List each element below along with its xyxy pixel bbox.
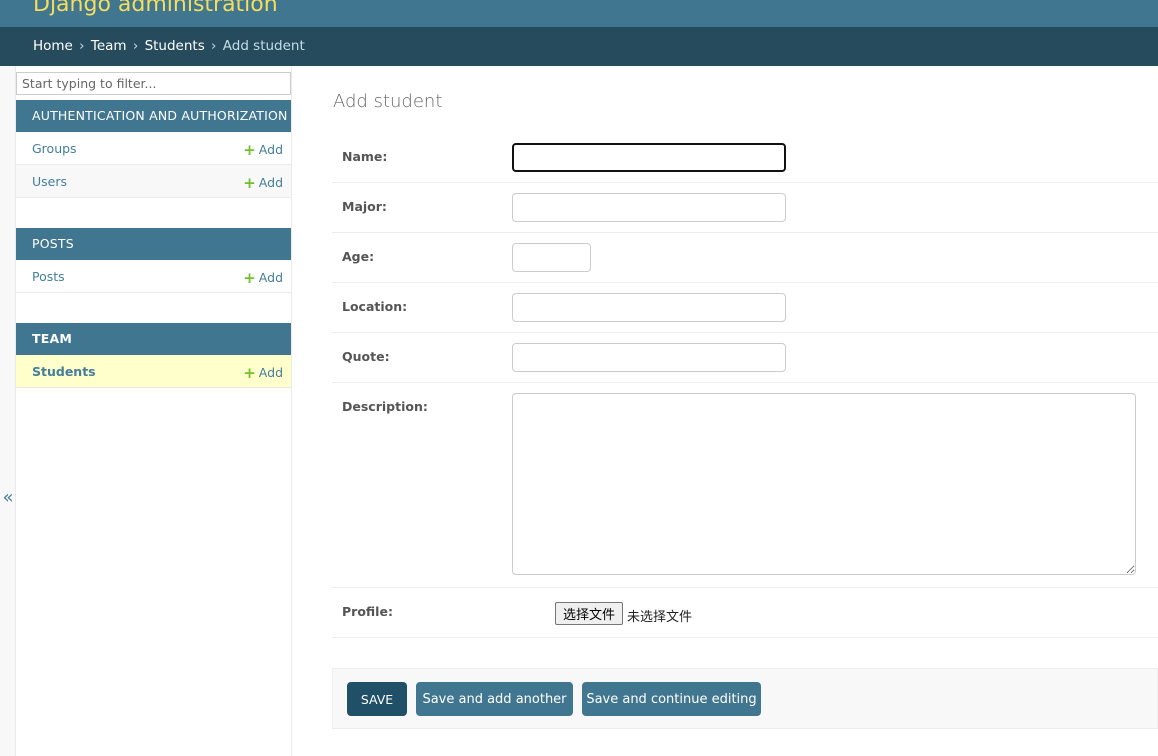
file-status-text: 未选择文件 <box>627 610 693 625</box>
collapse-sidebar-icon[interactable]: « <box>0 487 16 508</box>
form-row-age: Age: <box>332 233 1158 283</box>
site-title[interactable]: Django administration <box>33 0 278 17</box>
model-link-students[interactable]: Students <box>32 364 96 379</box>
add-label: Add <box>258 142 283 157</box>
plus-icon: + <box>243 141 256 159</box>
add-groups-link[interactable]: + Add <box>243 141 283 159</box>
form-row-name: Name: <box>332 133 1158 183</box>
name-label: Name: <box>342 149 388 164</box>
submit-row: SAVE Save and add another Save and conti… <box>332 668 1158 729</box>
sidebar-item-posts: Posts + Add <box>16 260 291 293</box>
model-link-posts[interactable]: Posts <box>32 269 65 284</box>
add-label: Add <box>258 270 283 285</box>
site-header: Django administration <box>0 0 1158 27</box>
app-caption-team[interactable]: TEAM <box>16 323 291 355</box>
plus-icon: + <box>243 174 256 192</box>
save-and-continue-button[interactable]: Save and continue editing <box>582 682 761 716</box>
main-content: Add student Name: Major: Age: Location: … <box>292 66 1158 756</box>
model-link-groups[interactable]: Groups <box>32 141 77 156</box>
age-label: Age: <box>342 249 375 264</box>
description-label: Description: <box>342 399 428 414</box>
app-posts: POSTS Posts + Add <box>16 228 291 293</box>
nav-filter-input[interactable] <box>16 72 291 95</box>
sidebar-item-students: Students + Add <box>16 355 291 388</box>
app-caption-posts[interactable]: POSTS <box>16 228 291 260</box>
plus-icon: + <box>243 364 256 382</box>
model-link-users[interactable]: Users <box>32 174 67 189</box>
major-label: Major: <box>342 199 387 214</box>
location-input[interactable] <box>512 293 786 322</box>
app-auth: AUTHENTICATION AND AUTHORIZATION Groups … <box>16 100 291 198</box>
description-textarea[interactable] <box>512 393 1136 575</box>
breadcrumb-team[interactable]: Team <box>91 38 127 54</box>
add-users-link[interactable]: + Add <box>243 174 283 192</box>
form-row-quote: Quote: <box>332 333 1158 383</box>
add-posts-link[interactable]: + Add <box>243 269 283 287</box>
save-and-add-another-button[interactable]: Save and add another <box>416 682 573 716</box>
plus-icon: + <box>243 269 256 287</box>
breadcrumb-separator: › <box>211 38 217 54</box>
profile-label: Profile: <box>342 604 393 619</box>
breadcrumb-students[interactable]: Students <box>145 38 205 54</box>
quote-input[interactable] <box>512 343 786 372</box>
add-students-link[interactable]: + Add <box>243 364 283 382</box>
name-input[interactable] <box>512 143 786 172</box>
age-input[interactable] <box>512 243 591 272</box>
sidebar-toggle-strip: « <box>0 66 16 756</box>
choose-file-button[interactable]: 选择文件 <box>555 602 623 625</box>
breadcrumb-separator: › <box>79 38 85 54</box>
major-input[interactable] <box>512 193 786 222</box>
breadcrumb-separator: › <box>132 38 139 54</box>
app-caption-auth[interactable]: AUTHENTICATION AND AUTHORIZATION <box>16 100 291 132</box>
nav-sidebar: « AUTHENTICATION AND AUTHORIZATION Group… <box>0 66 292 756</box>
breadcrumb: Home › Team › Students › Add student <box>0 27 1158 66</box>
sidebar-item-users: Users + Add <box>16 165 291 198</box>
quote-label: Quote: <box>342 349 390 364</box>
form-row-description: Description: <box>332 383 1158 588</box>
breadcrumb-home[interactable]: Home <box>33 38 73 54</box>
breadcrumb-current: Add student <box>222 38 305 54</box>
app-team: TEAM Students + Add <box>16 323 291 388</box>
page-title: Add student <box>333 91 443 112</box>
form-row-profile: Profile: 选择文件 未选择文件 <box>332 588 1158 638</box>
form-row-major: Major: <box>332 183 1158 233</box>
save-button[interactable]: SAVE <box>347 682 407 716</box>
sidebar-item-groups: Groups + Add <box>16 132 291 165</box>
add-label: Add <box>258 175 283 190</box>
form-row-location: Location: <box>332 283 1158 333</box>
add-label: Add <box>258 365 283 380</box>
location-label: Location: <box>342 299 408 314</box>
